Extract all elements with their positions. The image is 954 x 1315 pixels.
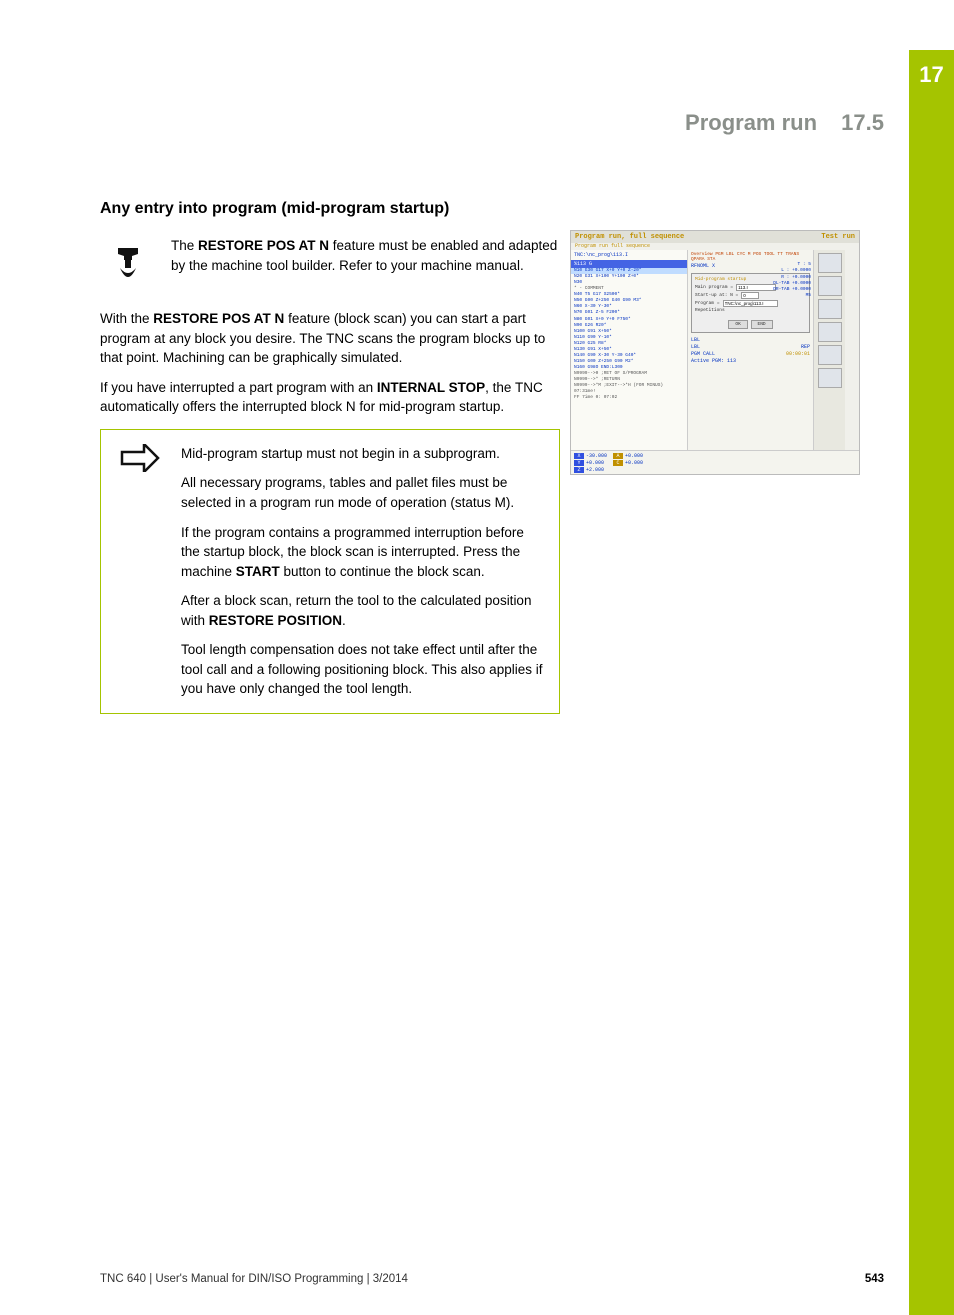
note-item: Mid-program startup must not begin in a …	[181, 444, 545, 464]
ss-highlight: %113 G	[571, 260, 687, 268]
ss-path: TNC:\nc_prog\113.I	[571, 250, 687, 260]
text: .	[342, 613, 346, 628]
ss-panel-icon[interactable]	[818, 276, 842, 296]
footer-text: TNC 640 | User's Manual for DIN/ISO Prog…	[100, 1273, 408, 1285]
feature-name: RESTORE POS AT N	[198, 238, 329, 253]
ss-title-left: Program run, full sequence	[575, 233, 684, 241]
machine-note-text: The RESTORE POS AT N feature must be ena…	[171, 236, 560, 275]
note-item: All necessary programs, tables and palle…	[181, 473, 545, 512]
side-strip	[909, 100, 954, 1315]
ss-titlebar: Program run, full sequence Test run	[571, 231, 859, 243]
label: Repetitions	[695, 308, 725, 313]
running-head-section: 17.5	[841, 110, 884, 135]
machine-icon	[100, 236, 155, 291]
text: With the	[100, 311, 153, 326]
text: button to continue the block scan.	[280, 564, 485, 579]
coord-c: +0.000	[625, 460, 643, 466]
label: Program	[695, 301, 714, 306]
ss-end-button[interactable]: END	[751, 320, 773, 329]
text-bold: START	[236, 564, 280, 579]
text-bold: RESTORE POSITION	[209, 613, 342, 628]
ss-title-right: Test run	[821, 233, 855, 241]
note-item: If the program contains a programmed int…	[181, 523, 545, 582]
text: REP	[801, 344, 810, 350]
text: RFNOML X	[691, 263, 715, 269]
ss-coords: X-30.000 Y+0.000 Z+2.000 A+0.000 C+0.000	[571, 450, 859, 475]
ss-startup-input[interactable]	[741, 292, 759, 299]
ss-program-list: TNC:\nc_prog\113.I %113 G N10 G30 G17 X+…	[571, 250, 688, 450]
page-footer: TNC 640 | User's Manual for DIN/ISO Prog…	[100, 1273, 884, 1285]
coord-y: +0.000	[586, 460, 604, 466]
page-number: 543	[865, 1273, 884, 1285]
ss-ov-cols: Overview PGM LBL CYC M POS TOOL TT TRANS…	[691, 252, 810, 262]
cnc-screenshot: Program run, full sequence Test run Prog…	[570, 230, 860, 475]
coord-z: +2.000	[586, 467, 604, 473]
running-head-title: Program run	[685, 110, 817, 135]
paragraph: With the RESTORE POS AT N feature (block…	[100, 309, 560, 368]
text: M5	[773, 293, 811, 299]
note-box: Mid-program startup must not begin in a …	[100, 429, 560, 714]
coord-a: +0.000	[625, 453, 643, 459]
ss-panel-icon[interactable]	[818, 253, 842, 273]
text: LBL	[691, 344, 700, 350]
note-text: Mid-program startup must not begin in a …	[181, 444, 545, 699]
text: Active PGM: 113	[691, 358, 736, 364]
running-head: Program run 17.5	[685, 110, 884, 136]
coord-x: -30.000	[586, 453, 607, 459]
machine-note: The RESTORE POS AT N feature must be ena…	[100, 236, 560, 291]
text: 00:00:01	[786, 351, 810, 357]
note-item: Tool length compensation does not take e…	[181, 640, 545, 699]
ss-prog-input[interactable]	[723, 300, 778, 307]
ss-panel-icon[interactable]	[818, 368, 842, 388]
text: PGM CALL	[691, 351, 715, 357]
ss-panel-icon[interactable]	[818, 299, 842, 319]
ss-panel-icon[interactable]	[818, 322, 842, 342]
arrow-right-icon	[115, 444, 165, 699]
feature-name: INTERNAL STOP	[377, 380, 485, 395]
ss-ok-button[interactable]: OK	[728, 320, 747, 329]
ss-main-input[interactable]	[736, 284, 776, 291]
ss-line: FF 7ime 0: 07:02	[571, 395, 687, 401]
text: The	[171, 238, 198, 253]
note-item: After a block scan, return the tool to t…	[181, 591, 545, 630]
text: If you have interrupted a part program w…	[100, 380, 377, 395]
ss-right-panel	[813, 250, 845, 450]
chapter-tab: 17	[909, 50, 954, 100]
text: LBL	[691, 337, 700, 343]
section-heading: Any entry into program (mid-program star…	[100, 200, 560, 218]
label: Start-up at: N =	[695, 293, 738, 298]
main-content: Any entry into program (mid-program star…	[100, 200, 560, 714]
label: Main program	[695, 285, 727, 290]
ss-panel-icon[interactable]	[818, 345, 842, 365]
feature-name: RESTORE POS AT N	[153, 311, 284, 326]
paragraph: If you have interrupted a part program w…	[100, 378, 560, 417]
ss-subtitle: Program run full sequence	[571, 243, 859, 250]
ss-overview-panel: Overview PGM LBL CYC M POS TOOL TT TRANS…	[688, 250, 813, 450]
